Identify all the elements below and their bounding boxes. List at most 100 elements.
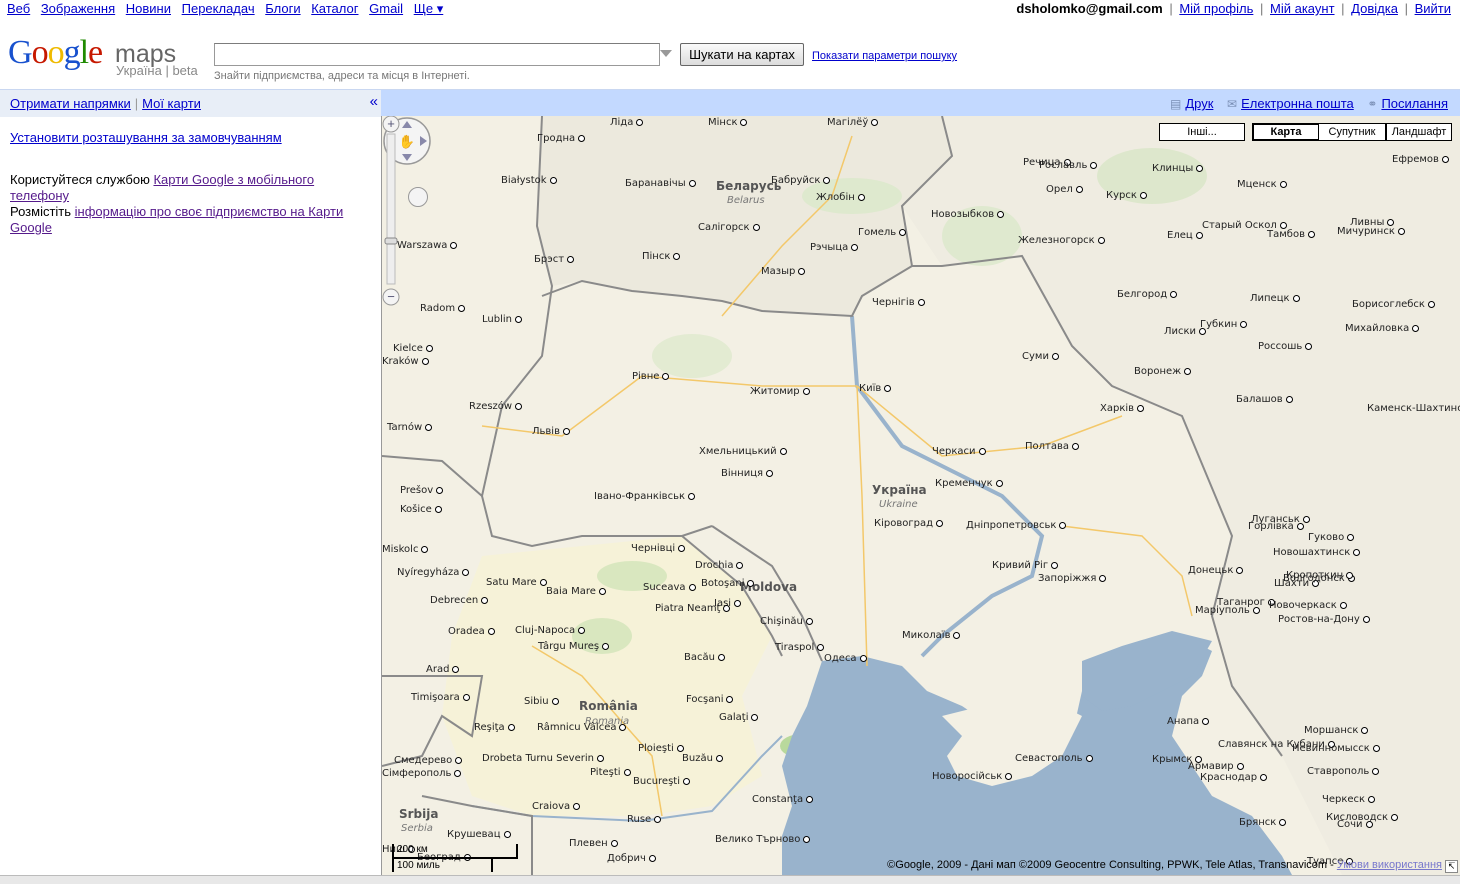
- my-profile-link[interactable]: Мій профіль: [1179, 1, 1253, 16]
- place-label[interactable]: Рівне: [632, 371, 670, 382]
- place-label[interactable]: Chişinău: [760, 616, 813, 627]
- place-label[interactable]: Кривий Ріг: [992, 560, 1059, 571]
- place-label[interactable]: Кременчук: [935, 478, 1003, 489]
- place-label[interactable]: Timişoara: [411, 692, 470, 703]
- search-history-dropdown-icon[interactable]: [660, 50, 672, 57]
- place-label[interactable]: Армавир: [1188, 761, 1244, 772]
- nav-gmail[interactable]: Gmail: [369, 1, 403, 16]
- terms-of-use-link[interactable]: Умови використання: [1337, 859, 1442, 871]
- place-label[interactable]: Bacău: [684, 652, 725, 663]
- place-label[interactable]: Чернігів: [872, 297, 925, 308]
- place-label[interactable]: Oradea: [448, 626, 495, 637]
- place-label[interactable]: Липецк: [1250, 293, 1300, 304]
- place-label[interactable]: Кіровоград: [874, 518, 943, 529]
- search-input[interactable]: [214, 43, 660, 66]
- place-label[interactable]: Губкин: [1200, 319, 1248, 330]
- place-label[interactable]: Новозыбков: [931, 209, 1005, 220]
- place-label[interactable]: Ставрополь: [1307, 766, 1380, 777]
- place-label[interactable]: Focşani: [686, 694, 734, 705]
- place-label[interactable]: Добрич: [607, 853, 656, 864]
- place-label[interactable]: Салігорск: [698, 222, 760, 233]
- place-label[interactable]: Бабруйск: [771, 175, 831, 186]
- place-label[interactable]: Arad: [426, 664, 460, 675]
- place-label[interactable]: Debrecen: [430, 595, 489, 606]
- place-label[interactable]: Cluj-Napoca: [515, 625, 586, 636]
- place-label[interactable]: Велико Търново: [715, 834, 811, 845]
- search-maps-button[interactable]: Шукати на картах: [680, 43, 804, 66]
- place-label[interactable]: Новоросійськ: [932, 771, 1013, 782]
- place-label[interactable]: Sibiu: [524, 696, 559, 707]
- place-label[interactable]: Baia Mare: [546, 586, 606, 597]
- place-label[interactable]: Пінск: [642, 251, 681, 262]
- place-label[interactable]: Железногорск: [1018, 235, 1105, 246]
- place-label[interactable]: Ростов-на-Дону: [1278, 614, 1370, 625]
- place-label[interactable]: Балашов: [1236, 394, 1293, 405]
- place-label[interactable]: Черкеск: [1322, 794, 1376, 805]
- place-label[interactable]: Miskolc: [382, 544, 429, 555]
- place-label[interactable]: Суми: [1022, 351, 1059, 362]
- show-search-options-link[interactable]: Показати параметри пошуку: [812, 50, 957, 62]
- place-label[interactable]: Дніпропетровськ: [966, 520, 1067, 531]
- place-label[interactable]: Лиски: [1164, 326, 1207, 337]
- place-label[interactable]: Борисоглебск: [1352, 299, 1435, 310]
- place-label[interactable]: Магілёў: [827, 117, 879, 128]
- place-label[interactable]: Radom: [420, 303, 466, 314]
- place-label[interactable]: Prešov: [400, 485, 444, 496]
- place-label[interactable]: Черкаси: [932, 446, 986, 457]
- place-label[interactable]: Гродна: [537, 133, 586, 144]
- place-label[interactable]: Чернівці: [631, 543, 686, 554]
- place-label[interactable]: Drochia: [695, 560, 744, 571]
- place-label[interactable]: Ploieşti: [638, 743, 684, 754]
- place-label[interactable]: Satu Mare: [486, 577, 547, 588]
- nav-web[interactable]: Веб: [7, 1, 30, 16]
- nav-news[interactable]: Новини: [126, 1, 171, 16]
- place-label[interactable]: Крушевац: [447, 829, 511, 840]
- place-label[interactable]: Buzău: [682, 753, 723, 764]
- place-label[interactable]: Івано-Франківськ: [594, 491, 696, 502]
- place-label[interactable]: Миколаїв: [902, 630, 961, 641]
- place-label[interactable]: Жлобін: [816, 192, 865, 203]
- google-maps-logo[interactable]: Google maps Україна | beta: [8, 34, 208, 78]
- place-label[interactable]: Брянск: [1239, 817, 1287, 828]
- place-label[interactable]: Kraków: [382, 356, 429, 367]
- place-label[interactable]: Хмельницький: [699, 446, 787, 457]
- place-label[interactable]: Моршанск: [1304, 725, 1369, 736]
- place-label[interactable]: Таганрог: [1217, 597, 1275, 608]
- place-label[interactable]: Орел: [1046, 184, 1083, 195]
- nav-more[interactable]: Ще ▾: [414, 1, 444, 16]
- my-account-link[interactable]: Мій акаунт: [1270, 1, 1335, 16]
- place-label[interactable]: Constanţa: [752, 794, 814, 805]
- place-label[interactable]: Севастополь: [1015, 753, 1093, 764]
- place-label[interactable]: Кропоткин: [1286, 570, 1354, 581]
- overview-map-toggle-icon[interactable]: ↸: [1445, 860, 1458, 873]
- get-directions-tab[interactable]: Отримати напрямки: [10, 96, 131, 111]
- place-label[interactable]: Košice: [400, 504, 442, 515]
- place-label[interactable]: Россошь: [1258, 341, 1313, 352]
- place-label[interactable]: Tiraspol: [775, 642, 825, 653]
- place-label[interactable]: Мазыр: [761, 266, 806, 277]
- place-label[interactable]: Донецьк: [1188, 565, 1244, 576]
- place-label[interactable]: Гомель: [858, 227, 907, 238]
- place-label[interactable]: Плевен: [569, 838, 618, 849]
- map-type-terrain-button[interactable]: Ландшафт: [1386, 123, 1452, 141]
- place-label[interactable]: Botoşani: [701, 578, 755, 589]
- place-label[interactable]: Брэст: [534, 254, 575, 265]
- place-label[interactable]: Анапа: [1167, 716, 1210, 727]
- place-label[interactable]: Ruse: [627, 814, 662, 825]
- place-label[interactable]: Вінниця: [721, 468, 774, 479]
- place-label[interactable]: Смедерево: [394, 755, 463, 766]
- map-type-satellite-button[interactable]: Супутник: [1318, 123, 1386, 141]
- place-label[interactable]: Новочеркаск: [1269, 600, 1347, 611]
- place-label[interactable]: Невинномысск: [1292, 743, 1380, 754]
- place-label[interactable]: Сочи: [1337, 819, 1373, 830]
- place-label[interactable]: Курск: [1106, 190, 1147, 201]
- email-link[interactable]: Електронна пошта: [1241, 96, 1354, 111]
- place-label[interactable]: Старый Оскол: [1202, 220, 1287, 231]
- place-label[interactable]: Reşiţa: [474, 722, 515, 733]
- place-label[interactable]: Piteşti: [590, 767, 631, 778]
- collapse-panel-icon[interactable]: «: [370, 93, 378, 110]
- place-label[interactable]: Rzeszów: [469, 401, 523, 412]
- place-label[interactable]: Târgu Mureş: [538, 641, 610, 652]
- place-label[interactable]: Київ: [859, 383, 892, 394]
- place-label[interactable]: Михайловка: [1345, 323, 1420, 334]
